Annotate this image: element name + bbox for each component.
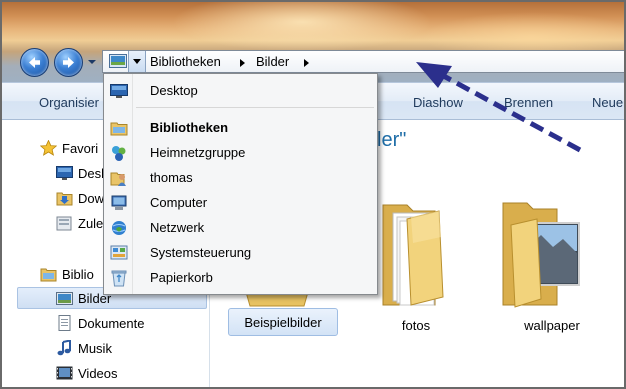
music-note-icon	[57, 340, 71, 356]
breadcrumb-separator-icon[interactable]	[304, 59, 309, 67]
folder-wallpaper[interactable]	[497, 195, 587, 313]
menu-item-label: Papierkorb	[150, 270, 213, 285]
breadcrumb-pictures[interactable]: Bilder	[256, 54, 289, 69]
menu-item-label: Netzwerk	[150, 220, 205, 235]
menu-item-libraries[interactable]: Bibliotheken	[104, 116, 377, 140]
nav-item-label: Videos	[78, 366, 118, 381]
folder-label-fotos[interactable]: fotos	[386, 318, 446, 333]
libraries-icon	[40, 268, 57, 282]
folder-label-beispielbilder[interactable]: Beispielbilder	[228, 315, 338, 330]
nav-item-label: Dow	[78, 191, 105, 206]
control-panel-icon	[110, 245, 128, 260]
menu-item-label: Desktop	[150, 83, 198, 98]
menu-item-computer[interactable]: Computer	[104, 191, 377, 215]
menu-separator	[136, 107, 374, 108]
chevron-down-icon	[133, 59, 141, 64]
title-bar: Bibliotheken Bilder	[2, 2, 624, 82]
recent-pages-dropdown[interactable]	[88, 58, 96, 66]
recycle-bin-icon	[111, 270, 127, 287]
nav-favorites-label: Favori	[62, 141, 99, 156]
menu-item-homegroup[interactable]: Heimnetzgruppe	[104, 141, 377, 165]
arrow-left-icon	[29, 57, 40, 68]
menu-item-network[interactable]: Netzwerk	[104, 216, 377, 240]
videos-library-icon	[56, 366, 73, 380]
folder-icon	[502, 202, 580, 308]
library-title: ler"	[377, 129, 407, 151]
forward-button[interactable]	[54, 48, 83, 77]
folder-icon	[382, 204, 444, 306]
menu-item-desktop[interactable]: Desktop	[104, 79, 377, 103]
menu-item-control-panel[interactable]: Systemsteuerung	[104, 241, 377, 265]
address-location-icon	[109, 54, 127, 68]
nav-item-videos[interactable]: Videos	[56, 363, 206, 385]
folder-fotos[interactable]	[377, 197, 457, 312]
menu-item-label: Systemsteuerung	[150, 245, 252, 260]
burn-button[interactable]: Brennen	[504, 95, 553, 110]
computer-icon	[111, 195, 127, 210]
glass-highlight	[172, 2, 432, 52]
network-icon	[112, 221, 126, 235]
breadcrumb-libraries[interactable]: Bibliotheken	[150, 54, 221, 69]
nav-item-documents[interactable]: Dokumente	[56, 313, 206, 335]
pictures-library-icon	[56, 292, 73, 305]
nav-libraries-label: Biblio	[62, 267, 94, 282]
recent-places-icon	[56, 216, 72, 231]
star-icon	[40, 140, 57, 156]
nav-item-label: Musik	[78, 341, 112, 356]
location-dropdown-menu: Desktop Bibliotheken Heimnetzgruppe thom…	[103, 73, 378, 295]
menu-item-label: Heimnetzgruppe	[150, 145, 246, 160]
address-dropdown-button[interactable]	[128, 51, 146, 72]
menu-item-label: Bibliotheken	[150, 120, 229, 135]
libraries-icon	[110, 122, 128, 136]
menu-item-user[interactable]: thomas	[104, 166, 377, 190]
user-folder-icon	[110, 172, 126, 186]
menu-item-recycle-bin[interactable]: Papierkorb	[104, 266, 377, 290]
menu-item-label: Computer	[150, 195, 208, 210]
breadcrumb-separator-icon[interactable]	[240, 59, 245, 67]
nav-item-label: Zule	[78, 216, 104, 231]
downloads-folder-icon	[56, 192, 73, 206]
folder-label-wallpaper[interactable]: wallpaper	[507, 318, 597, 333]
nav-item-label: Dokumente	[78, 316, 145, 331]
new-folder-button[interactable]: Neuer	[592, 95, 624, 110]
address-bar[interactable]: Bibliotheken Bilder	[102, 50, 624, 73]
explorer-window: Bibliotheken Bilder Organisier Diashow B…	[0, 0, 626, 389]
desktop-icon	[110, 84, 128, 98]
arrow-right-icon	[63, 57, 74, 68]
slideshow-button[interactable]: Diashow	[413, 95, 463, 110]
organize-button[interactable]: Organisier	[39, 95, 99, 110]
documents-library-icon	[58, 315, 71, 331]
nav-item-music[interactable]: Musik	[56, 338, 206, 360]
back-button[interactable]	[20, 48, 49, 77]
menu-item-label: thomas	[150, 170, 193, 185]
homegroup-icon	[112, 146, 126, 161]
desktop-icon	[56, 166, 73, 180]
nav-item-label: Desl	[78, 166, 105, 181]
